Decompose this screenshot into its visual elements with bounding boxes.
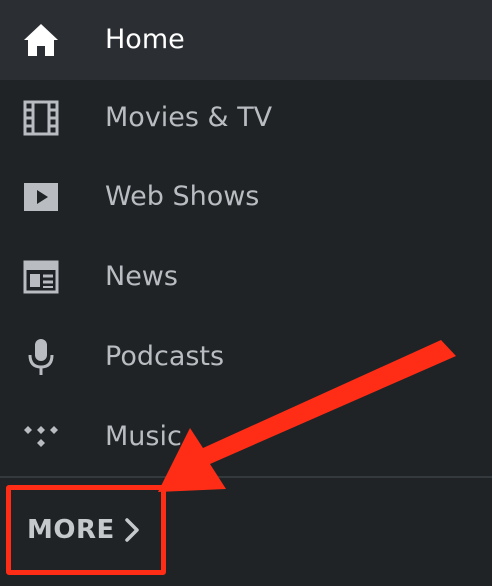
sidebar-item-label: Web Shows [105,181,260,212]
play-icon [20,177,62,217]
sidebar-item-label: Movies & TV [105,102,273,133]
sidebar-item-home[interactable]: Home [0,0,492,80]
more-button[interactable]: MORE [6,485,166,575]
sidebar-item-news[interactable]: News [0,237,492,317]
sidebar-item-label: News [105,261,178,292]
more-label: MORE [27,515,115,545]
film-icon [20,98,62,138]
sidebar-item-label: Home [105,24,185,55]
sidebar-item-movies-tv[interactable]: Movies & TV [0,78,492,158]
microphone-icon [20,337,62,377]
sidebar-item-web-shows[interactable]: Web Shows [0,157,492,237]
sidebar-item-music[interactable]: Music [0,397,492,477]
sidebar: Home Movies & TV Web Shows News Podcasts… [0,0,492,586]
sidebar-item-label: Music [105,421,182,452]
divider [0,476,492,478]
newspaper-icon [20,257,62,297]
tidal-icon [20,417,62,457]
home-icon [20,20,62,60]
sidebar-item-podcasts[interactable]: Podcasts [0,317,492,397]
chevron-right-icon [125,518,139,542]
sidebar-item-label: Podcasts [105,341,225,372]
